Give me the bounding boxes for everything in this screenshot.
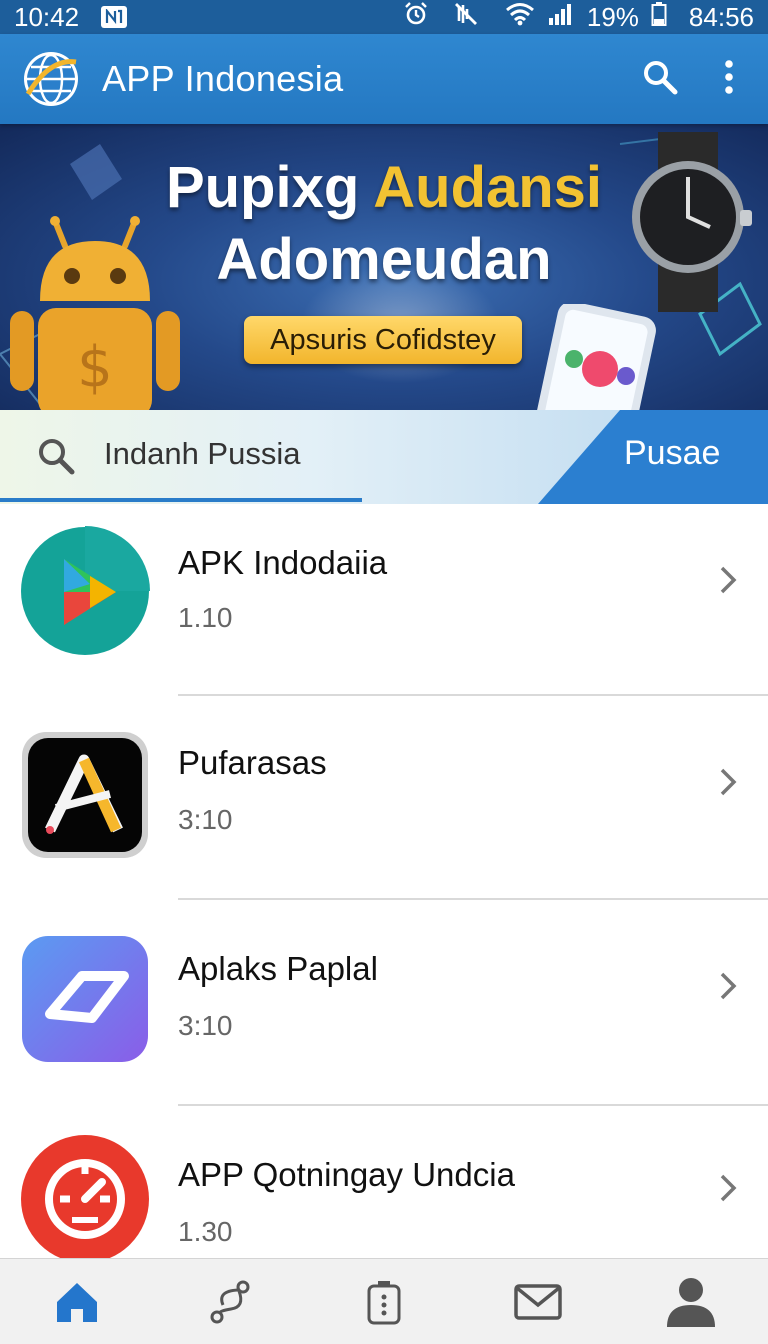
- paper-plane-app-icon: [22, 936, 148, 1062]
- notification-icon: [101, 6, 128, 28]
- battery-percent: 19%: [586, 1, 639, 32]
- phone-mockup-icon: [536, 304, 656, 410]
- play-store-icon: [21, 526, 150, 655]
- search-field-icon: [36, 436, 76, 481]
- list-item[interactable]: Aplaks Paplal 3:10: [0, 904, 768, 1104]
- nav-profile[interactable]: [651, 1262, 731, 1342]
- app-version: 1.30: [178, 1216, 233, 1247]
- search-submit-button[interactable]: Pusae: [624, 434, 720, 473]
- chevron-right-icon: [720, 1174, 737, 1202]
- banner-cta-button[interactable]: Apsuris Cofidstey: [244, 316, 522, 364]
- wifi-icon: [505, 2, 535, 33]
- list-divider: [178, 694, 768, 696]
- app-name: APK Indodaiia: [178, 544, 388, 581]
- banner-headline-accent: Audansi: [373, 155, 603, 220]
- speed-gauge-app-icon: [21, 1135, 149, 1263]
- app-name: Aplaks Paplal: [178, 950, 378, 987]
- app-version: 3:10: [178, 1010, 233, 1041]
- svg-text:$: $: [77, 335, 113, 400]
- globe-logo: [24, 52, 78, 106]
- battery-status-icon: [367, 1280, 401, 1324]
- bottom-navigation: [0, 1258, 768, 1344]
- app-name: APP Qotningay Undcia: [178, 1156, 515, 1193]
- more-vert-icon[interactable]: [724, 59, 734, 100]
- app-screen: 10:42 19% 84:56 APP Indonesia $ Pupixg A…: [0, 0, 768, 1344]
- banner-headline-part1: Pupixg: [165, 155, 374, 220]
- app-title: APP Indonesia: [102, 58, 344, 99]
- signal-icon: [547, 2, 575, 33]
- list-item[interactable]: Pufarasas 3:10: [0, 700, 768, 900]
- route-icon: [210, 1280, 250, 1323]
- promo-banner[interactable]: $ Pupixg Audansi Adomeudan Apsuris Cofid…: [0, 124, 768, 410]
- status-time-right: 84:56: [688, 1, 754, 32]
- list-divider: [178, 1104, 768, 1106]
- app-bar: APP Indonesia: [0, 34, 768, 124]
- list-item[interactable]: APK Indodaiia 1.10: [0, 504, 768, 704]
- search-input[interactable]: Indanh Pussia: [104, 436, 300, 472]
- app-version: 3:10: [178, 804, 233, 835]
- profile-icon: [667, 1277, 716, 1327]
- banner-subheadline: Adomeudan: [216, 227, 552, 292]
- nav-home[interactable]: [37, 1262, 117, 1342]
- chevron-right-icon: [720, 972, 737, 1000]
- mute-icon: [453, 1, 479, 34]
- banner-headline: Pupixg Audansi: [0, 154, 768, 221]
- chevron-right-icon: [720, 768, 737, 796]
- search-bar: Indanh Pussia Pusae: [0, 410, 768, 504]
- nav-battery[interactable]: [344, 1262, 424, 1342]
- chevron-right-icon: [720, 566, 737, 594]
- app-version: 1.10: [178, 602, 233, 633]
- search-icon[interactable]: [642, 59, 678, 100]
- battery-icon: [651, 1, 667, 34]
- letter-a-app-icon: [22, 732, 148, 858]
- status-time-left: 10:42: [14, 1, 80, 32]
- app-name: Pufarasas: [178, 744, 327, 781]
- alarm-icon: [403, 1, 429, 34]
- home-icon: [56, 1282, 97, 1322]
- list-divider: [178, 898, 768, 900]
- status-bar: 10:42 19% 84:56: [0, 0, 768, 34]
- nav-route[interactable]: [190, 1262, 270, 1342]
- mail-icon: [513, 1283, 562, 1320]
- nav-mail[interactable]: [498, 1262, 578, 1342]
- search-underline: [0, 498, 362, 502]
